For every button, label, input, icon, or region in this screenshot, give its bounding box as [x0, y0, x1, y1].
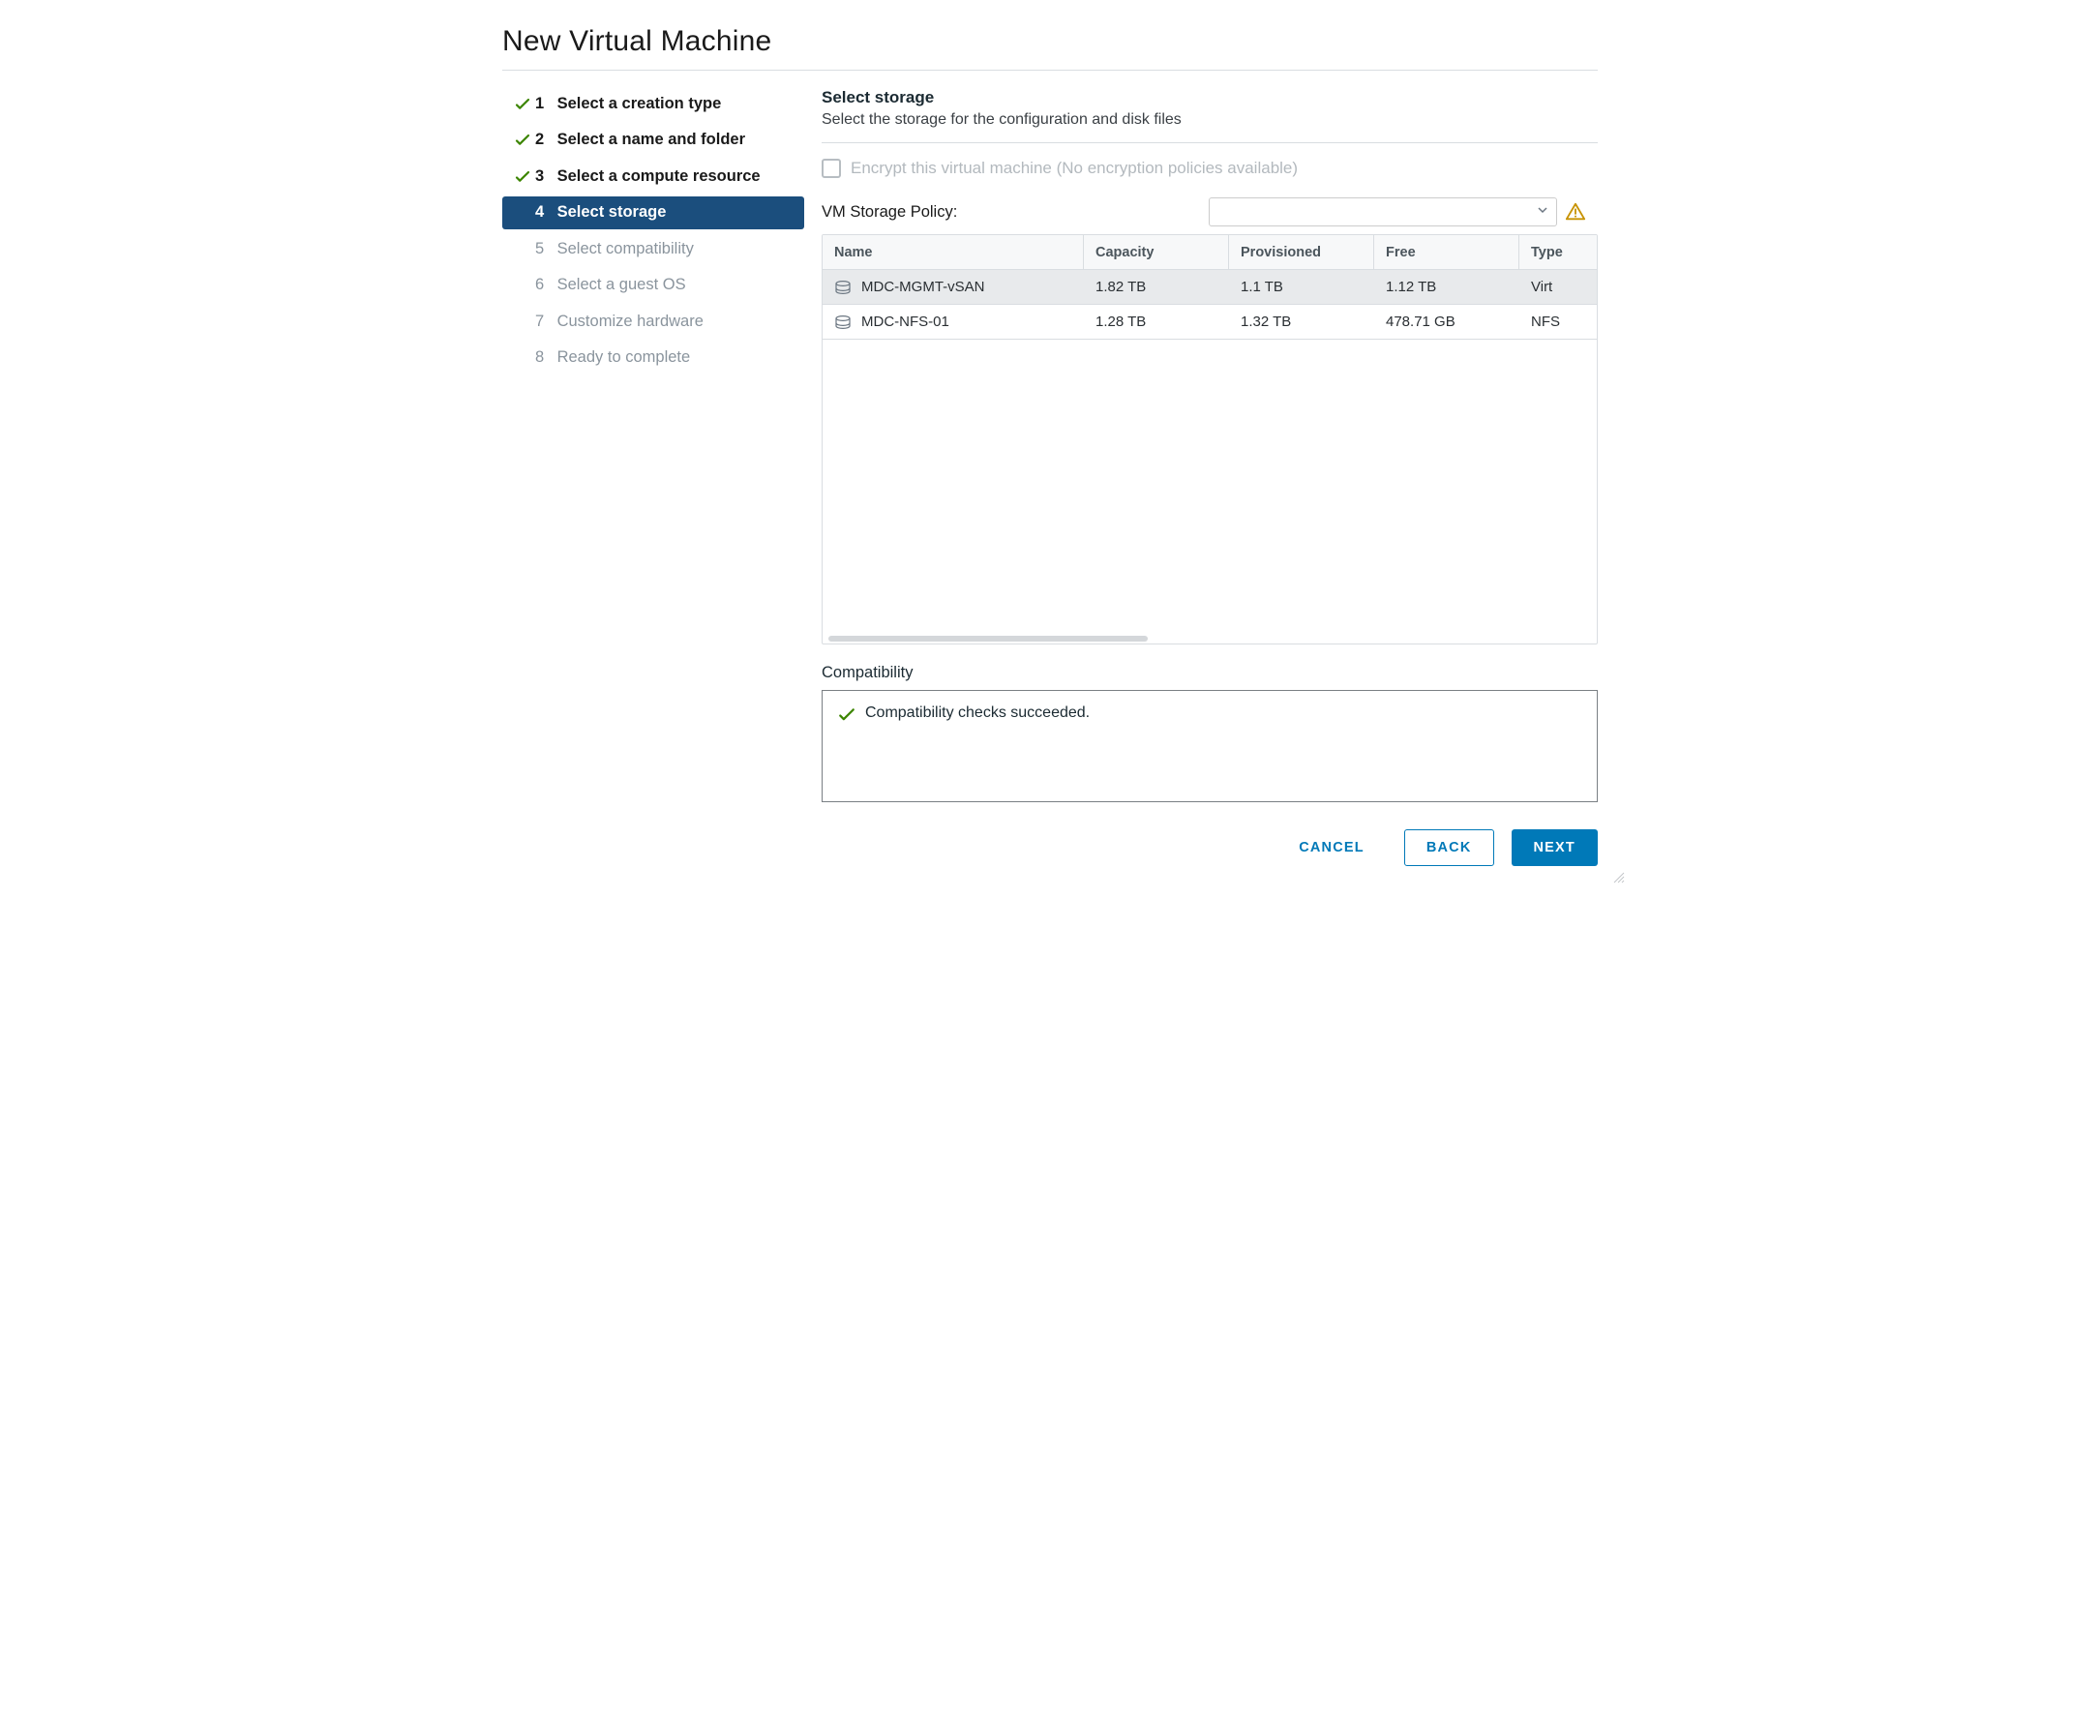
wizard-step-label: 3 Select a compute resource — [535, 166, 761, 187]
compatibility-message: Compatibility checks succeeded. — [865, 704, 1090, 722]
divider — [502, 70, 1598, 71]
cell-name: MDC-MGMT-vSAN — [861, 279, 985, 295]
cell-name: MDC-NFS-01 — [861, 314, 949, 330]
wizard-step-label: 7 Customize hardware — [535, 312, 704, 332]
horizontal-scrollbar[interactable] — [823, 634, 1597, 644]
th-type[interactable]: Type — [1519, 235, 1577, 269]
wizard-steps-nav: 1 Select a creation type 2 Select a name … — [502, 88, 804, 378]
datastore-icon — [834, 315, 852, 329]
table-row[interactable]: MDC-MGMT-vSAN 1.82 TB1.1 TB1.12 TBVirt — [823, 270, 1597, 305]
datastore-table: Name Capacity Provisioned Free Type MDC-… — [822, 234, 1598, 644]
wizard-step-8: 8 Ready to complete — [502, 342, 804, 374]
wizard-step-label: 4 Select storage — [535, 202, 666, 223]
th-free[interactable]: Free — [1374, 235, 1519, 269]
next-button[interactable]: NEXT — [1512, 829, 1598, 866]
wizard-step-3[interactable]: 3 Select a compute resource — [502, 161, 804, 193]
cell-capacity: 1.82 TB — [1084, 279, 1229, 295]
wizard-step-label: 1 Select a creation type — [535, 94, 721, 114]
wizard-step-7: 7 Customize hardware — [502, 306, 804, 338]
back-button[interactable]: BACK — [1404, 829, 1494, 866]
wizard-step-2[interactable]: 2 Select a name and folder — [502, 124, 804, 156]
vm-storage-policy-select[interactable] — [1209, 197, 1557, 226]
th-provisioned[interactable]: Provisioned — [1229, 235, 1374, 269]
th-capacity[interactable]: Capacity — [1084, 235, 1229, 269]
check-icon — [838, 706, 855, 724]
encrypt-label: Encrypt this virtual machine (No encrypt… — [851, 159, 1298, 178]
cell-capacity: 1.28 TB — [1084, 314, 1229, 330]
wizard-step-6: 6 Select a guest OS — [502, 269, 804, 301]
cell-provisioned: 1.32 TB — [1229, 314, 1374, 330]
vm-storage-policy-label: VM Storage Policy: — [822, 203, 1209, 222]
wizard-dialog: New Virtual Machine 1 Select a creation … — [471, 0, 1629, 885]
chevron-down-icon — [1537, 203, 1548, 221]
cell-free: 1.12 TB — [1374, 279, 1519, 295]
step-title: Select storage — [822, 88, 1598, 107]
table-header-row: Name Capacity Provisioned Free Type — [823, 235, 1597, 270]
encrypt-row: Encrypt this virtual machine (No encrypt… — [822, 143, 1598, 184]
wizard-step-label: 2 Select a name and folder — [535, 130, 745, 150]
cancel-button[interactable]: CANCEL — [1276, 829, 1387, 866]
wizard-content: Select storage Select the storage for th… — [804, 88, 1598, 866]
wizard-step-4[interactable]: 4 Select storage — [502, 196, 804, 228]
compatibility-box: Compatibility checks succeeded. — [822, 690, 1598, 802]
wizard-step-label: 5 Select compatibility — [535, 239, 694, 259]
wizard-step-label: 6 Select a guest OS — [535, 275, 686, 295]
wizard-footer: CANCEL BACK NEXT — [822, 829, 1598, 866]
encrypt-checkbox — [822, 159, 841, 178]
cell-free: 478.71 GB — [1374, 314, 1519, 330]
datastore-icon — [834, 281, 852, 294]
cell-type: NFS — [1519, 314, 1577, 330]
check-icon — [512, 133, 533, 148]
wizard-step-1[interactable]: 1 Select a creation type — [502, 88, 804, 120]
step-subtitle: Select the storage for the configuration… — [822, 111, 1598, 129]
cell-type: Virt — [1519, 279, 1577, 295]
resize-grip-icon[interactable] — [1611, 870, 1625, 883]
check-icon — [512, 97, 533, 112]
table-row[interactable]: MDC-NFS-01 1.28 TB1.32 TB478.71 GBNFS — [823, 305, 1597, 340]
wizard-step-5: 5 Select compatibility — [502, 233, 804, 265]
compatibility-title: Compatibility — [822, 664, 1598, 682]
wizard-step-label: 8 Ready to complete — [535, 347, 690, 368]
wizard-title: New Virtual Machine — [502, 25, 1598, 58]
table-body: MDC-MGMT-vSAN1.82 TB1.1 TB1.12 TBVirtMDC… — [823, 270, 1597, 634]
warning-icon — [1565, 201, 1586, 223]
check-icon — [512, 169, 533, 185]
th-name[interactable]: Name — [823, 235, 1084, 269]
cell-provisioned: 1.1 TB — [1229, 279, 1374, 295]
